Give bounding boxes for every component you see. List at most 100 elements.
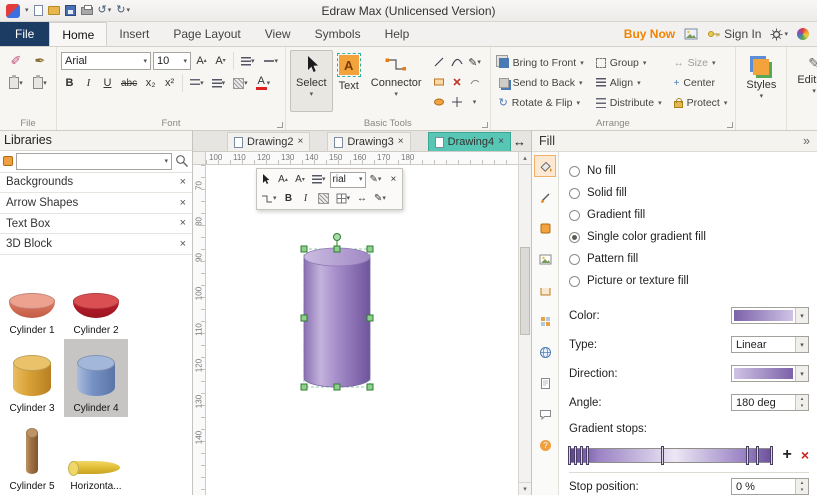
- library-pin-icon[interactable]: [3, 156, 13, 166]
- scroll-up-button[interactable]: ▴: [518, 152, 531, 165]
- paste-button[interactable]: ▾: [6, 74, 26, 92]
- close-3d-block-icon[interactable]: ×: [180, 239, 186, 250]
- selected-cylinder-shape[interactable]: [298, 229, 376, 401]
- buy-now-button[interactable]: Buy Now: [624, 27, 675, 41]
- tab-symbols[interactable]: Symbols: [303, 22, 373, 46]
- note-tab[interactable]: [534, 372, 556, 394]
- grow-font-button[interactable]: A▴: [193, 52, 210, 70]
- crosshair-tool-button[interactable]: [448, 93, 466, 111]
- type-select[interactable]: Linear▾: [731, 336, 809, 353]
- mini-bold-button[interactable]: B: [281, 190, 297, 207]
- angle-up-icon[interactable]: ▴: [796, 395, 808, 403]
- rotate-flip-button[interactable]: ↻Rotate & Flip▾: [499, 93, 584, 113]
- option-picture-texture-fill[interactable]: Picture or texture fill: [569, 270, 809, 292]
- library-section-text-box[interactable]: Text Box×: [0, 214, 192, 235]
- angle-spinner[interactable]: 180 deg▴▾: [731, 394, 809, 411]
- library-filter-select[interactable]: ▾: [16, 153, 172, 170]
- center-button[interactable]: +Center: [674, 73, 728, 93]
- save-button[interactable]: [65, 5, 76, 16]
- library-search-icon[interactable]: [175, 154, 189, 168]
- color-select[interactable]: ▾: [731, 307, 809, 324]
- close-backgrounds-icon[interactable]: ×: [180, 177, 186, 188]
- library-section-3d-block[interactable]: 3D Block×: [0, 234, 192, 255]
- container-tab[interactable]: [534, 279, 556, 301]
- connector-tool-button[interactable]: Connector ▾: [365, 50, 428, 112]
- gradient-stop-handle[interactable]: [770, 446, 773, 465]
- mini-grow-font-button[interactable]: A▴: [275, 171, 291, 188]
- tab-help[interactable]: Help: [373, 22, 422, 46]
- group-button[interactable]: Group▾: [596, 53, 662, 73]
- stop-up-icon[interactable]: ▴: [796, 479, 808, 487]
- font-dialog-launcher[interactable]: [277, 122, 283, 128]
- gradient-stop-handle[interactable]: [661, 446, 664, 465]
- shape-cylinder-2[interactable]: Cylinder 2: [64, 261, 128, 339]
- shrink-font-button[interactable]: A▾: [212, 52, 229, 70]
- font-family-select[interactable]: Arial▾: [61, 52, 151, 70]
- stop-down-icon[interactable]: ▾: [796, 487, 808, 495]
- tab-home[interactable]: Home: [49, 22, 107, 46]
- copy-button[interactable]: ▾: [30, 74, 50, 92]
- hyperlink-tab[interactable]: [534, 341, 556, 363]
- tab-page-layout[interactable]: Page Layout: [161, 22, 252, 46]
- italic-button[interactable]: I: [80, 74, 97, 92]
- font-color-button[interactable]: A▾: [253, 74, 274, 92]
- mini-connector-button[interactable]: ▾: [258, 190, 280, 207]
- angle-down-icon[interactable]: ▾: [796, 403, 808, 411]
- settings-button[interactable]: ▾: [770, 28, 788, 41]
- close-drawing3-icon[interactable]: ×: [398, 137, 404, 147]
- qat-menu-caret-icon[interactable]: ▾: [25, 7, 29, 14]
- sign-in-button[interactable]: Sign In: [707, 27, 761, 41]
- tab-drawing4[interactable]: Drawing4×: [428, 132, 511, 151]
- share-image-icon[interactable]: [684, 28, 698, 40]
- option-solid-fill[interactable]: Solid fill: [569, 182, 809, 204]
- shape-cylinder-5[interactable]: Cylinder 5: [0, 417, 64, 495]
- more-tools-button[interactable]: ▾: [466, 93, 483, 111]
- subscript-button[interactable]: x₂: [142, 74, 159, 92]
- redo-button[interactable]: ↻▾: [116, 5, 130, 16]
- protect-button[interactable]: Protect▾: [674, 93, 728, 113]
- add-stop-button[interactable]: +: [782, 447, 791, 463]
- send-to-back-button[interactable]: Send to Back▾: [499, 73, 584, 93]
- drawing-page[interactable]: A▴ A▾ ▾ rial▾ ✎▾ × ▾ B I ▾ ↔ ✎▾: [206, 165, 518, 495]
- fill-tab[interactable]: [534, 155, 556, 177]
- splitter-icon[interactable]: ↔: [513, 134, 526, 149]
- bold-button[interactable]: B: [61, 74, 78, 92]
- close-arrow-shapes-icon[interactable]: ×: [180, 198, 186, 209]
- shape-style-tab[interactable]: [534, 217, 556, 239]
- arrange-dialog-launcher[interactable]: [727, 122, 733, 128]
- mini-pointer-button[interactable]: [258, 171, 274, 188]
- distribute-button[interactable]: Distribute▾: [596, 93, 662, 113]
- select-tool-button[interactable]: Select ▾: [290, 50, 333, 112]
- mini-table-button[interactable]: ▾: [333, 190, 354, 207]
- gradient-stop-handle[interactable]: [574, 446, 577, 465]
- gradient-stop-handle[interactable]: [756, 446, 759, 465]
- align-button[interactable]: Align▾: [596, 73, 662, 93]
- curve-tool-button[interactable]: [448, 53, 466, 71]
- mini-shrink-font-button[interactable]: A▾: [292, 171, 308, 188]
- line-spacing-button[interactable]: ▾: [187, 74, 207, 92]
- close-drawing2-icon[interactable]: ×: [297, 137, 303, 147]
- tab-view[interactable]: View: [253, 22, 303, 46]
- close-text-box-icon[interactable]: ×: [180, 218, 186, 229]
- underline-button[interactable]: U: [99, 74, 116, 92]
- option-pattern-fill[interactable]: Pattern fill: [569, 248, 809, 270]
- size-button[interactable]: ↔Size▾: [674, 53, 728, 73]
- shape-cylinder-3[interactable]: Cylinder 3: [0, 339, 64, 417]
- bullets-button[interactable]: ▾: [209, 74, 229, 92]
- ellipse-tool-button[interactable]: [430, 93, 448, 111]
- stop-position-spinner[interactable]: 0 %▴▾: [731, 478, 809, 495]
- scrollbar-thumb[interactable]: [520, 247, 530, 335]
- gradient-stop-handle[interactable]: [580, 446, 583, 465]
- tab-insert[interactable]: Insert: [107, 22, 161, 46]
- line-style-tab[interactable]: [534, 186, 556, 208]
- mini-close-button[interactable]: ×: [385, 171, 401, 188]
- mini-align-button[interactable]: ▾: [309, 171, 329, 188]
- gradient-stops-bar[interactable]: [569, 448, 773, 463]
- mini-pencil-button[interactable]: ✎▾: [371, 190, 389, 207]
- vertical-scrollbar[interactable]: ▾: [518, 165, 531, 495]
- pen-tool-button[interactable]: ✎▾: [465, 53, 484, 71]
- picture-tab[interactable]: [534, 248, 556, 270]
- mini-spacing-button[interactable]: ↔: [354, 190, 370, 207]
- rectangle-tool-button[interactable]: [430, 73, 448, 91]
- scroll-down-button[interactable]: ▾: [519, 482, 531, 495]
